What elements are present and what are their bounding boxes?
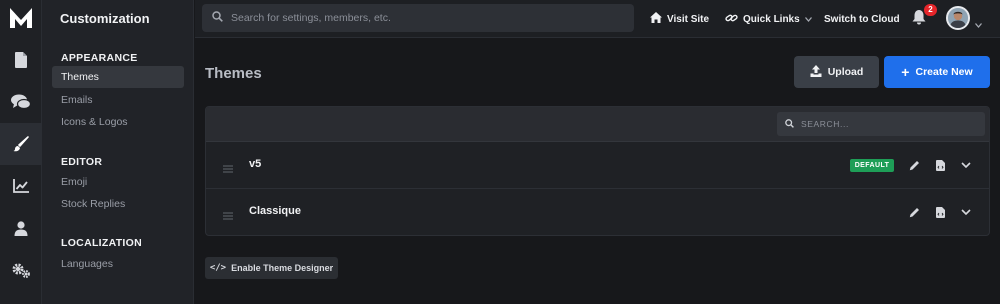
theme-name: v5 bbox=[249, 158, 262, 170]
brush-icon bbox=[13, 136, 29, 152]
sidebar-item-stock-replies[interactable]: Stock Replies bbox=[52, 193, 184, 215]
quick-links-label: Quick Links bbox=[743, 13, 800, 25]
themes-search[interactable] bbox=[777, 112, 985, 136]
upload-button[interactable]: Upload bbox=[794, 56, 879, 88]
sidebar-title: Customization bbox=[60, 11, 150, 26]
drag-handle-icon[interactable] bbox=[223, 207, 233, 225]
chevron-down-icon[interactable] bbox=[959, 158, 973, 172]
top-bar: Visit Site Quick Links Switch to Cloud 2 bbox=[195, 0, 1000, 38]
drag-handle-icon[interactable] bbox=[223, 160, 233, 178]
themes-table-header bbox=[206, 107, 989, 142]
customization-sidebar: Customization APPEARANCE Themes Emails I… bbox=[42, 0, 194, 304]
sidebar-item-languages[interactable]: Languages bbox=[52, 253, 184, 275]
chevron-down-icon bbox=[804, 14, 817, 25]
edit-pencil-icon[interactable] bbox=[907, 158, 921, 172]
bell-icon bbox=[912, 10, 926, 29]
search-icon bbox=[212, 9, 223, 27]
logo-mark-icon[interactable] bbox=[9, 7, 33, 29]
chart-line-icon bbox=[13, 179, 29, 193]
sidebar-item-emoji[interactable]: Emoji bbox=[52, 171, 184, 193]
file-code-icon[interactable] bbox=[933, 205, 947, 219]
enable-theme-designer-label: Enable Theme Designer bbox=[231, 263, 334, 273]
chevron-down-icon[interactable] bbox=[959, 205, 973, 219]
file-code-icon[interactable] bbox=[933, 158, 947, 172]
code-icon: </> bbox=[209, 263, 227, 273]
sidebar-item-icons-logos[interactable]: Icons & Logos bbox=[52, 111, 184, 133]
visit-site-link[interactable]: Visit Site bbox=[650, 11, 709, 27]
rail-members[interactable] bbox=[0, 207, 42, 249]
create-new-button[interactable]: + Create New bbox=[884, 56, 990, 88]
rail-conversations[interactable] bbox=[0, 81, 42, 123]
document-icon bbox=[14, 52, 28, 68]
search-icon bbox=[785, 115, 794, 133]
edit-pencil-icon[interactable] bbox=[907, 205, 921, 219]
upload-label: Upload bbox=[827, 66, 864, 78]
sidebar-item-emails[interactable]: Emails bbox=[52, 89, 184, 111]
plus-icon: + bbox=[901, 64, 910, 80]
table-row: Classique bbox=[206, 189, 989, 235]
chat-icon bbox=[11, 94, 31, 110]
themes-table: v5 DEFAULT Classique bbox=[205, 106, 990, 236]
default-badge: DEFAULT bbox=[850, 159, 894, 172]
notification-count-badge: 2 bbox=[924, 4, 937, 16]
search-input[interactable] bbox=[231, 12, 611, 24]
rail-settings[interactable] bbox=[0, 249, 42, 291]
user-icon bbox=[14, 220, 28, 236]
link-icon bbox=[725, 12, 743, 27]
section-heading-editor: EDITOR bbox=[61, 156, 103, 168]
rail-analytics[interactable] bbox=[0, 165, 42, 207]
theme-name: Classique bbox=[249, 205, 301, 217]
section-heading-localization: LOCALIZATION bbox=[61, 237, 142, 249]
section-heading-appearance: APPEARANCE bbox=[61, 52, 138, 64]
quick-links-menu[interactable]: Quick Links bbox=[725, 11, 817, 27]
rail-documents[interactable] bbox=[0, 39, 42, 81]
visit-site-label: Visit Site bbox=[667, 13, 710, 25]
upload-icon bbox=[810, 64, 828, 80]
icon-rail bbox=[0, 0, 42, 304]
rail-customization[interactable] bbox=[0, 123, 42, 165]
cogs-icon bbox=[11, 262, 31, 278]
table-row: v5 DEFAULT bbox=[206, 142, 989, 189]
page-title: Themes bbox=[205, 65, 262, 82]
themes-search-input[interactable] bbox=[801, 119, 971, 129]
enable-theme-designer-button[interactable]: </> Enable Theme Designer bbox=[205, 257, 338, 279]
switch-to-cloud-link[interactable]: Switch to Cloud bbox=[824, 11, 900, 27]
avatar-chevron-down-icon[interactable] bbox=[975, 15, 982, 33]
sidebar-item-themes[interactable]: Themes bbox=[52, 66, 184, 88]
create-new-label: Create New bbox=[915, 66, 973, 78]
global-search[interactable] bbox=[202, 4, 634, 32]
home-icon bbox=[650, 12, 667, 26]
app-window: Customization APPEARANCE Themes Emails I… bbox=[0, 0, 1000, 304]
user-avatar[interactable] bbox=[946, 6, 970, 30]
